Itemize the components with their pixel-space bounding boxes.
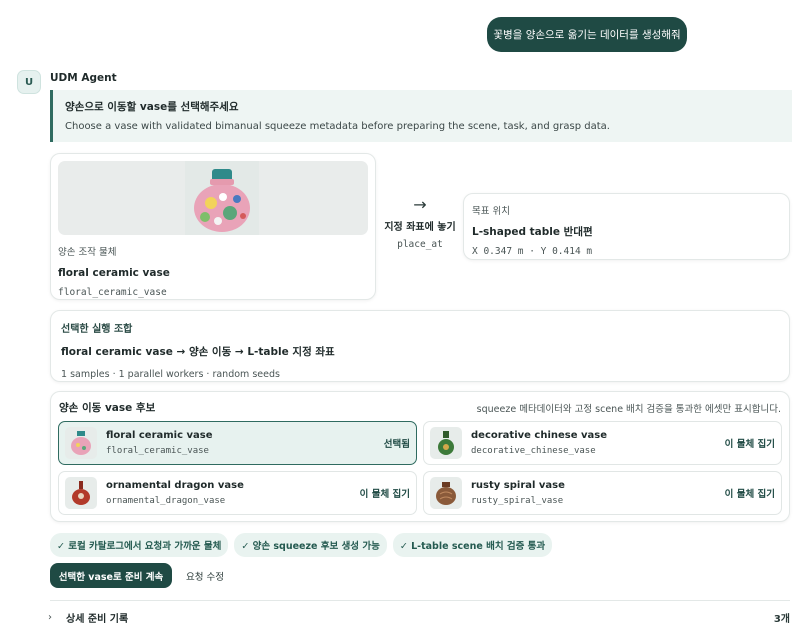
target-label: 목표 위치	[472, 206, 510, 217]
combo-title: 선택한 실행 조합	[61, 324, 133, 335]
target-coords: X 0.347 m · Y 0.414 m	[472, 246, 593, 257]
selected-object-card: 양손 조작 물체 floral ceramic vase floral_cera…	[50, 153, 376, 300]
check-chip: ✓ 로컬 카탈로그에서 요청과 가까운 물체	[50, 533, 229, 557]
pick-object-button[interactable]: 이 물체 집기	[725, 436, 775, 450]
continue-button[interactable]: 선택한 vase로 준비 계속	[50, 563, 172, 588]
target-name: L-shaped table 반대편	[472, 226, 593, 238]
vase-thumbnail	[430, 427, 462, 459]
vase-icon	[436, 482, 456, 505]
vase-preview-image	[185, 161, 259, 235]
agent-name: UDM Agent	[50, 72, 117, 84]
validation-checks: ✓ 로컬 카탈로그에서 요청과 가까운 물체 ✓ 양손 squeeze 후보 생…	[50, 533, 553, 557]
details-count: 3개	[773, 614, 790, 625]
user-message-bubble: 꽃병을 양손으로 옮기는 데이터를 생성해줘	[487, 17, 687, 52]
candidate-code: rusty_spiral_vase	[471, 496, 564, 506]
instruction-title: 양손으로 이동할 vase를 선택해주세요	[65, 101, 239, 113]
details-label: 상세 준비 기록	[66, 614, 129, 625]
combo-summary: floral ceramic vase → 양손 이동 → L-table 지정…	[61, 346, 335, 358]
candidate-rusty-spiral-vase[interactable]: rusty spiral vase rusty_spiral_vase 이 물체…	[423, 471, 782, 515]
target-location-card: 목표 위치 L-shaped table 반대편 X 0.347 m · Y 0…	[463, 193, 790, 260]
execution-combo-card: 선택한 실행 조합 floral ceramic vase → 양손 이동 → …	[50, 310, 790, 382]
vase-thumbnail	[430, 477, 462, 509]
object-preview-area	[58, 161, 368, 235]
candidate-ornamental-dragon-vase[interactable]: ornamental dragon vase ornamental_dragon…	[58, 471, 417, 515]
vase-icon	[72, 481, 90, 505]
check-chip: ✓ 양손 squeeze 후보 생성 가능	[234, 533, 387, 557]
candidate-floral-ceramic-vase[interactable]: floral ceramic vase floral_ceramic_vase …	[58, 421, 417, 465]
object-name: floral ceramic vase	[58, 267, 170, 279]
object-code: floral_ceramic_vase	[58, 287, 167, 298]
edit-request-button[interactable]: 요청 수정	[186, 569, 224, 583]
vase-icon	[71, 431, 91, 455]
candidates-note: squeeze 메타데이터와 고정 scene 배치 검증을 통과한 에셋만 표…	[476, 403, 781, 415]
action-label: 지정 좌표에 놓기	[384, 222, 456, 233]
candidate-name: rusty spiral vase	[471, 480, 565, 491]
candidate-name: floral ceramic vase	[106, 430, 213, 441]
instruction-description: Choose a vase with validated bimanual sq…	[65, 121, 610, 132]
vase-thumbnail	[65, 477, 97, 509]
details-toggle[interactable]: › 상세 준비 기록 3개	[48, 610, 790, 625]
candidate-name: decorative chinese vase	[471, 430, 608, 441]
vase-thumbnail	[65, 427, 97, 459]
selected-badge: 선택됨	[383, 439, 410, 450]
instruction-callout: 양손으로 이동할 vase를 선택해주세요 Choose a vase with…	[50, 90, 792, 142]
candidate-code: ornamental_dragon_vase	[106, 496, 226, 506]
vase-icon	[438, 431, 454, 455]
check-chip: ✓ L-table scene 배치 검증 통과	[392, 533, 553, 557]
candidate-code: floral_ceramic_vase	[106, 446, 209, 456]
candidate-code: decorative_chinese_vase	[471, 446, 596, 456]
candidate-name: ornamental dragon vase	[106, 480, 244, 491]
chevron-right-icon: ›	[48, 612, 52, 623]
pick-object-button[interactable]: 이 물체 집기	[725, 486, 775, 500]
object-card-label: 양손 조작 물체	[58, 247, 117, 258]
vase-candidates-panel: 양손 이동 vase 후보 squeeze 메타데이터와 고정 scene 배치…	[50, 391, 790, 522]
candidate-decorative-chinese-vase[interactable]: decorative chinese vase decorative_chine…	[423, 421, 782, 465]
divider	[50, 600, 790, 601]
action-connector: → 지정 좌표에 놓기 place_at	[378, 195, 462, 250]
combo-meta: 1 samples · 1 parallel workers · random …	[61, 369, 280, 380]
candidates-header: 양손 이동 vase 후보	[59, 402, 156, 414]
pick-object-button[interactable]: 이 물체 집기	[360, 486, 410, 500]
right-arrow-icon: →	[413, 195, 427, 214]
action-code: place_at	[397, 239, 443, 250]
agent-avatar: U	[17, 70, 41, 94]
